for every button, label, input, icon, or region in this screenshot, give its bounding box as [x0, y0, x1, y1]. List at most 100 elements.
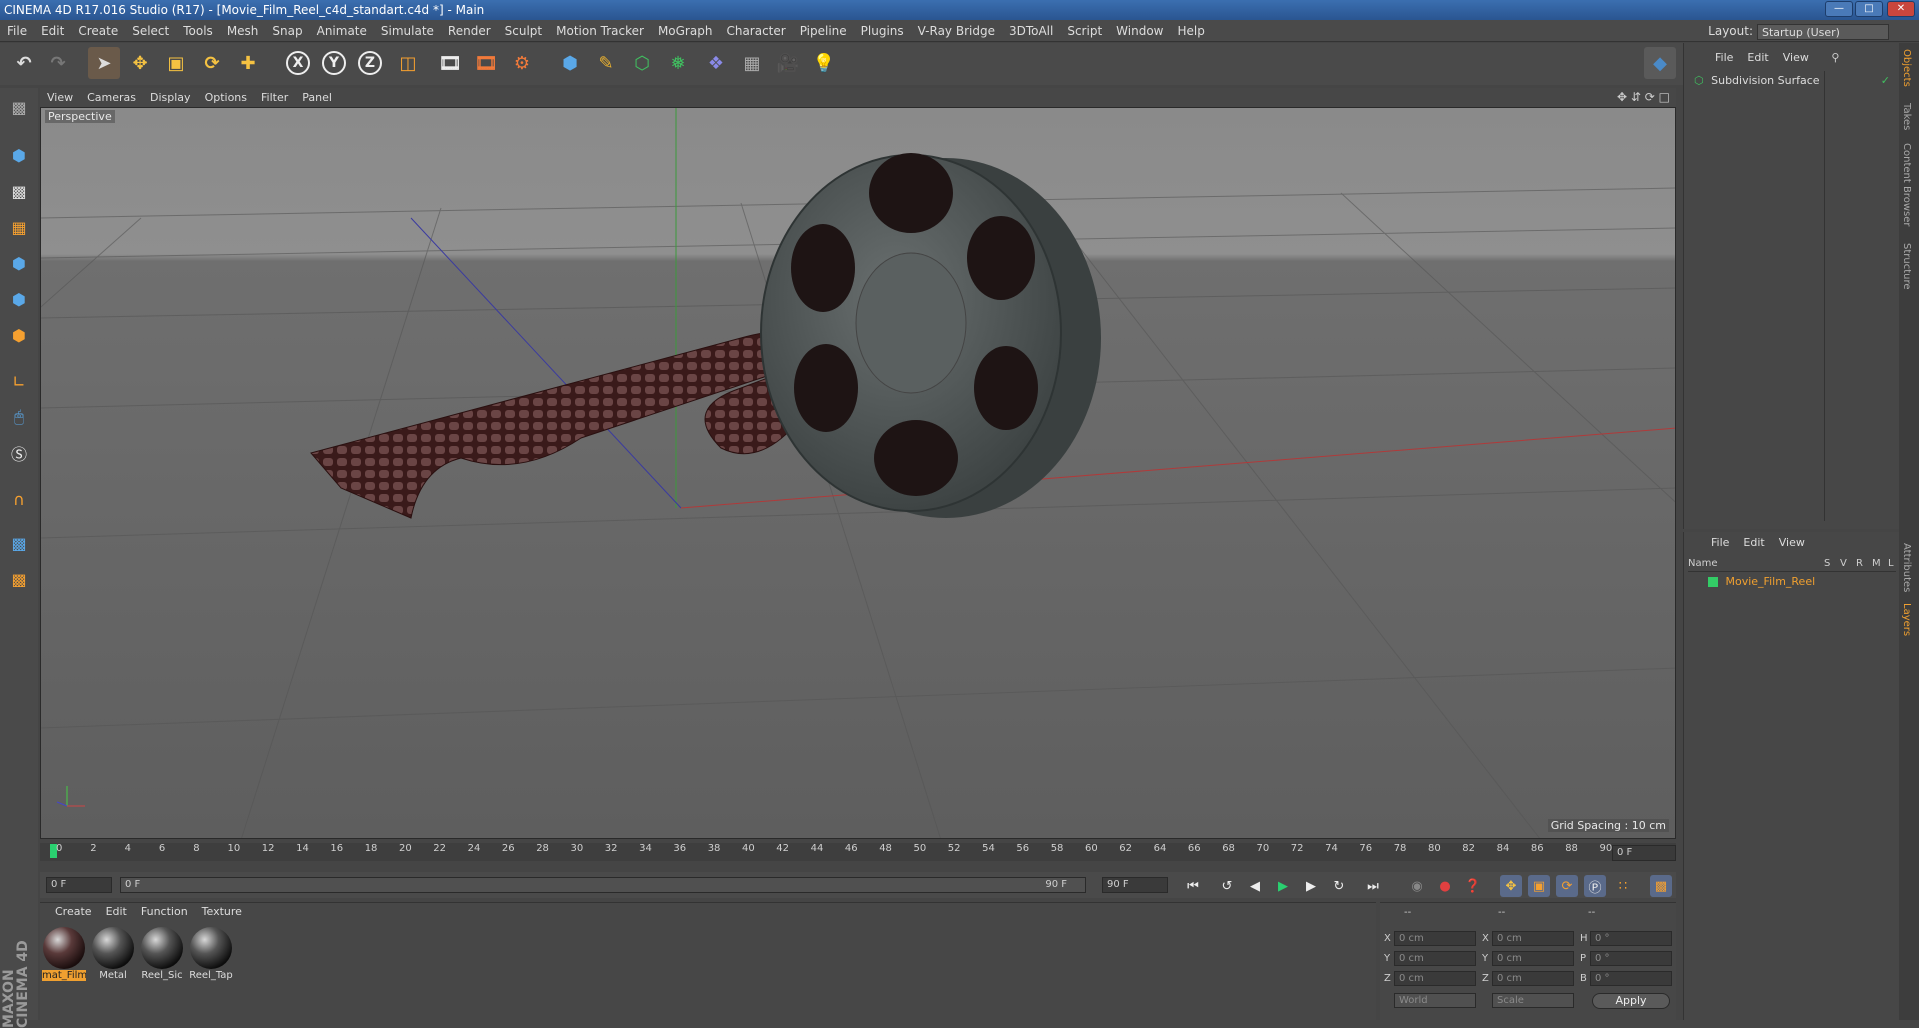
timeline-window-icon[interactable]: ▩ [1650, 875, 1672, 897]
minimize-icon[interactable]: — [1825, 1, 1853, 17]
viewport-menu-cameras[interactable]: Cameras [80, 88, 143, 107]
workplane-icon[interactable]: ▦ [4, 212, 34, 242]
snap-magnet-icon[interactable]: ∩ [4, 484, 34, 514]
start-frame-field[interactable]: 0 F [46, 877, 112, 893]
next-frame-icon[interactable]: ▶ [1300, 875, 1322, 897]
position-x-field[interactable]: 0 cm [1394, 931, 1476, 946]
play-icon[interactable]: ▶ [1272, 875, 1294, 897]
key-parameter-icon[interactable]: Ⓟ [1584, 875, 1606, 897]
menu-motion-tracker[interactable]: Motion Tracker [549, 20, 651, 42]
menu-create[interactable]: Create [71, 20, 125, 42]
mograph-cloner-icon[interactable]: ❅ [662, 47, 694, 79]
next-key-icon[interactable]: ↻ [1328, 875, 1350, 897]
edges-mode-icon[interactable]: ⬢ [4, 284, 34, 314]
python-icon[interactable]: ◆ [1644, 47, 1676, 79]
material-swatch-reel-side[interactable]: Reel_Sic [140, 927, 184, 985]
deformer-icon[interactable]: ❖ [700, 47, 732, 79]
object-search-icon[interactable]: ⚲ [1831, 51, 1839, 64]
object-row-subdivision-surface[interactable]: ⬡ Subdivision Surface ✓ [1688, 73, 1894, 89]
menu-window[interactable]: Window [1109, 20, 1170, 42]
axis-mode-icon[interactable]: ∟ [4, 366, 34, 396]
size-x-field[interactable]: 0 cm [1492, 931, 1574, 946]
model-mode-icon[interactable]: ⬢ [4, 140, 34, 170]
tab-objects[interactable]: Objects [1901, 49, 1912, 87]
make-editable-icon[interactable]: ▩ [4, 92, 34, 122]
polygons-mode-icon[interactable]: ⬢ [4, 320, 34, 350]
render-picture-viewer-icon[interactable]: 🎞 [470, 47, 502, 79]
key-rotation-icon[interactable]: ⟳ [1556, 875, 1578, 897]
tab-structure[interactable]: Structure [1901, 243, 1912, 290]
object-menu-edit[interactable]: Edit [1740, 49, 1775, 67]
close-icon[interactable]: ✕ [1887, 1, 1915, 17]
tab-takes[interactable]: Takes [1901, 103, 1912, 130]
texture-mode-icon[interactable]: ▩ [4, 176, 34, 206]
menu-vray-bridge[interactable]: V-Ray Bridge [911, 20, 1002, 42]
transform-icon[interactable]: ✚ [232, 47, 264, 79]
record-keys-icon[interactable]: ◉ [1406, 875, 1428, 897]
go-to-end-icon[interactable]: ⏭ [1362, 875, 1384, 897]
menu-pipeline[interactable]: Pipeline [793, 20, 854, 42]
layer-row-movie-film-reel[interactable]: Movie_Film_Reel [1688, 574, 1896, 590]
coordinate-system-icon[interactable]: ◫ [392, 47, 424, 79]
material-swatch-mat-film[interactable]: mat_Film [42, 927, 86, 985]
end-frame-field[interactable]: 90 F [1102, 877, 1168, 893]
menu-animate[interactable]: Animate [310, 20, 374, 42]
material-menu-texture[interactable]: Texture [195, 903, 249, 921]
previous-frame-icon[interactable]: ◀ [1244, 875, 1266, 897]
tab-attributes[interactable]: Attributes [1901, 543, 1912, 592]
menu-character[interactable]: Character [719, 20, 792, 42]
menu-snap[interactable]: Snap [265, 20, 309, 42]
coordinate-space-dropdown[interactable]: World [1394, 993, 1476, 1008]
frame-range-slider[interactable]: 0 F 90 F [120, 877, 1086, 893]
rotation-h-field[interactable]: 0 ° [1590, 931, 1672, 946]
key-scale-icon[interactable]: ▣ [1528, 875, 1550, 897]
menu-plugins[interactable]: Plugins [854, 20, 911, 42]
move-icon[interactable]: ✥ [124, 47, 156, 79]
position-y-field[interactable]: 0 cm [1394, 951, 1476, 966]
timeline-ruler[interactable]: 0 2 4 6 8 10 12 14 16 18 20 22 24 26 28 30 32 34 36 38 40 42 4… [40, 843, 1676, 861]
3d-viewport[interactable]: Perspective Grid Spacing : 10 cm [40, 107, 1676, 839]
menu-edit[interactable]: Edit [34, 20, 71, 42]
viewport-menu-view[interactable]: View [40, 88, 80, 107]
material-swatch-reel-tape[interactable]: Reel_Tap [189, 927, 233, 985]
layer-color-swatch[interactable] [1708, 577, 1718, 587]
points-mode-icon[interactable]: ⬢ [4, 248, 34, 278]
object-menu-file[interactable]: File [1708, 49, 1740, 67]
rotation-p-field[interactable]: 0 ° [1590, 951, 1672, 966]
solo-icon[interactable]: Ⓢ [4, 438, 34, 468]
redo-icon[interactable]: ↷ [42, 47, 74, 79]
menu-tools[interactable]: Tools [176, 20, 220, 42]
position-z-field[interactable]: 0 cm [1394, 971, 1476, 986]
size-y-field[interactable]: 0 cm [1492, 951, 1574, 966]
menu-script[interactable]: Script [1060, 20, 1109, 42]
object-menu-view[interactable]: View [1776, 49, 1816, 67]
key-pla-icon[interactable]: ∷ [1612, 875, 1634, 897]
tweak-mode-icon[interactable]: 🖱 [4, 402, 34, 432]
layer-menu-edit[interactable]: Edit [1736, 534, 1771, 552]
previous-key-icon[interactable]: ↺ [1216, 875, 1238, 897]
render-settings-icon[interactable]: ⚙ [506, 47, 538, 79]
subdivision-icon[interactable]: ⬡ [626, 47, 658, 79]
current-frame-field[interactable]: 0 F [1612, 845, 1676, 861]
material-menu-create[interactable]: Create [48, 903, 99, 921]
render-view-icon[interactable]: 🎞 [434, 47, 466, 79]
material-swatch-metal[interactable]: Metal [91, 927, 135, 985]
light-icon[interactable]: 💡 [808, 47, 840, 79]
object-enabled-check-icon[interactable]: ✓ [1881, 73, 1890, 89]
menu-mograph[interactable]: MoGraph [651, 20, 720, 42]
layout-dropdown[interactable]: Startup (User) [1757, 23, 1889, 40]
keyframe-selection-icon[interactable]: ❓ [1462, 875, 1484, 897]
menu-file[interactable]: File [0, 20, 34, 42]
locked-workplane-icon[interactable]: ▩ [4, 528, 34, 558]
menu-sculpt[interactable]: Sculpt [498, 20, 549, 42]
key-position-icon[interactable]: ✥ [1500, 875, 1522, 897]
tab-layers[interactable]: Layers [1901, 603, 1912, 636]
menu-help[interactable]: Help [1170, 20, 1211, 42]
size-z-field[interactable]: 0 cm [1492, 971, 1574, 986]
menu-select[interactable]: Select [125, 20, 176, 42]
viewport-menu-display[interactable]: Display [143, 88, 198, 107]
viewport-nav-icons[interactable]: ✥ ⇵ ⟳ □ [1617, 90, 1670, 104]
y-axis-button[interactable]: Y [318, 47, 350, 79]
menu-3dtoall[interactable]: 3DToAll [1002, 20, 1060, 42]
planar-workplane-icon[interactable]: ▩ [4, 564, 34, 594]
